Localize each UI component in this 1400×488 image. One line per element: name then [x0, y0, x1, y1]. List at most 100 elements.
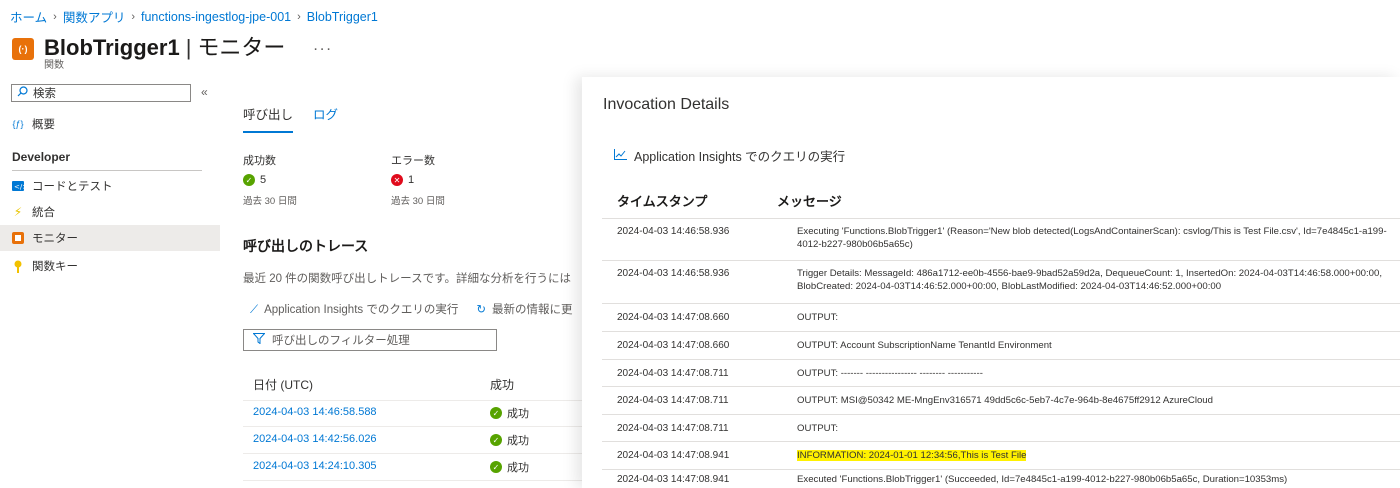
row-message-highlighted: INFORMATION: 2024-01-01 12:34:56,This is… [797, 449, 1400, 462]
svg-text:</>: </> [14, 183, 24, 191]
sidebar-item-label: 概要 [32, 119, 55, 131]
table-row: 2024-04-03 14:47:08.941 INFORMATION: 202… [602, 441, 1400, 469]
panel-run-query-label: Application Insights でのクエリの実行 [634, 150, 846, 164]
breadcrumb-function-apps[interactable]: 関数アプリ [63, 7, 126, 26]
section-description: 最近 20 件の関数呼び出しトレースです。詳細な分析を行うには [243, 273, 571, 285]
row-message: Trigger Details: MessageId: 486a1712-ee0… [797, 268, 1383, 292]
divider [243, 400, 583, 401]
column-header-date[interactable]: 日付 (UTC) [253, 376, 313, 393]
column-header-success[interactable]: 成功 [490, 376, 514, 393]
refresh-label: 最新の情報に更 [491, 304, 573, 316]
chart-line-icon: ⟋ [250, 304, 259, 316]
row-timestamp: 2024-04-03 14:47:08.941 [617, 450, 730, 461]
chevron-right-icon: › [297, 10, 301, 23]
status-badge: ✓ 成功 [490, 405, 529, 421]
filter-icon [252, 333, 266, 347]
lightning-icon: ⚡ [13, 205, 23, 219]
page-title-name: BlobTrigger1 [44, 35, 180, 60]
sidebar-search-input[interactable]: 検索 [11, 84, 191, 102]
breadcrumb-app[interactable]: functions-ingestlog-jpe-001 [141, 10, 291, 24]
breadcrumb-home[interactable]: ホーム [10, 7, 47, 26]
row-timestamp: 2024-04-03 14:47:08.711 [617, 395, 729, 406]
section-title: 呼び出しのトレース [243, 238, 369, 254]
invocation-filter-input[interactable]: 呼び出しのフィルター処理 [243, 329, 497, 351]
panel-run-query-link[interactable]: Application Insights でのクエリの実行 [614, 146, 845, 165]
sidebar-item-overview[interactable]: {ƒ} 概要 [0, 111, 220, 137]
row-message: OUTPUT: Account SubscriptionName TenantI… [797, 340, 1052, 351]
breadcrumb-function[interactable]: BlobTrigger1 [307, 10, 378, 24]
toolbar: ⟋ Application Insights でのクエリの実行 ↻ 最新の情報に更 [250, 301, 585, 317]
row-timestamp: 2024-04-03 14:46:58.936 [617, 268, 730, 279]
table-row: 2024-04-03 14:46:58.936 Trigger Details:… [602, 260, 1400, 303]
sidebar-item-monitor[interactable]: モニター [0, 225, 220, 251]
function-app-icon: (·) [12, 38, 34, 60]
status-text: 成功 [507, 408, 529, 420]
divider [243, 480, 583, 481]
sidebar-item-label: コードとテスト [32, 181, 113, 193]
divider [12, 170, 202, 171]
run-query-button[interactable]: ⟋ Application Insights でのクエリの実行 [250, 301, 458, 317]
page-title: BlobTrigger1 | モニター [44, 30, 285, 62]
success-count: ✓ 5 [243, 174, 266, 186]
panel-title: Invocation Details [603, 96, 730, 113]
sidebar-item-label: モニター [32, 233, 78, 245]
success-period: 過去 30 日間 [243, 196, 297, 207]
sidebar-item-integration[interactable]: ⚡ 統合 [0, 199, 220, 225]
highlighted-text: INFORMATION: 2024-01-01 12:34:56,This is… [797, 450, 1027, 461]
row-message: OUTPUT: [797, 423, 839, 434]
invocation-date-link[interactable]: 2024-04-03 14:24:10.305 [253, 460, 377, 472]
status-badge: ✓ 成功 [490, 459, 529, 475]
filter-placeholder: 呼び出しのフィルター処理 [272, 335, 410, 347]
table-row: 2024-04-03 14:47:08.711 OUTPUT: [602, 414, 1400, 441]
more-options-button[interactable]: ... [313, 37, 332, 55]
run-query-label: Application Insights でのクエリの実行 [264, 304, 459, 316]
row-message: Executing 'Functions.BlobTrigger1' (Reas… [797, 226, 1387, 250]
check-circle-icon: ✓ [490, 407, 502, 419]
table-row: 2024-04-03 14:47:08.941 Executed 'Functi… [602, 469, 1400, 488]
function-icon: {ƒ} [12, 119, 24, 129]
tab-logs[interactable]: ログ [313, 104, 338, 133]
sidebar-item-label: 関数キー [32, 261, 78, 273]
table-row: 2024-04-03 14:47:08.660 OUTPUT: [602, 303, 1400, 331]
row-message: OUTPUT: [797, 312, 839, 323]
row-message: OUTPUT: ------- ---------------- -------… [797, 368, 983, 379]
resource-type-label: 関数 [44, 60, 64, 71]
error-circle-icon: ✕ [391, 174, 403, 186]
divider [243, 426, 583, 427]
row-timestamp: 2024-04-03 14:46:58.936 [617, 226, 730, 237]
tab-invocations[interactable]: 呼び出し [243, 104, 294, 133]
sidebar-item-label: 統合 [32, 207, 55, 219]
table-row: 2024-04-03 14:47:08.711 OUTPUT: ------- … [602, 359, 1400, 386]
row-timestamp: 2024-04-03 14:47:08.711 [617, 368, 729, 379]
sidebar-section-header: Developer [12, 150, 71, 164]
row-timestamp: 2024-04-03 14:47:08.941 [617, 474, 730, 485]
success-count-value: 5 [260, 174, 267, 186]
status-badge: ✓ 成功 [490, 432, 529, 448]
refresh-icon: ↻ [476, 304, 486, 316]
divider [243, 453, 583, 454]
monitor-icon [12, 232, 24, 244]
refresh-button[interactable]: ↻ 最新の情報に更 [476, 301, 572, 317]
key-icon [12, 260, 24, 273]
table-row: 2024-04-03 14:47:08.660 OUTPUT: Account … [602, 331, 1400, 359]
check-circle-icon: ✓ [490, 434, 502, 446]
chart-line-icon [614, 148, 627, 163]
tab-bar: 呼び出し ログ [243, 104, 338, 133]
sidebar-item-function-keys[interactable]: 関数キー [0, 253, 220, 279]
column-header-message: メッセージ [777, 194, 842, 209]
sidebar-item-code-test[interactable]: </> コードとテスト [0, 173, 220, 199]
row-message: OUTPUT: MSI@50342 ME-MngEnv316571 49dd5c… [797, 395, 1213, 406]
row-message: Executed 'Functions.BlobTrigger1' (Succe… [797, 474, 1288, 485]
page-title-section: モニター [197, 35, 286, 60]
collapse-sidebar-icon[interactable]: « [201, 85, 208, 99]
check-circle-icon: ✓ [490, 461, 502, 473]
row-timestamp: 2024-04-03 14:47:08.660 [617, 340, 730, 351]
invocation-date-link[interactable]: 2024-04-03 14:46:58.588 [253, 406, 377, 418]
invocation-date-link[interactable]: 2024-04-03 14:42:56.026 [253, 433, 377, 445]
table-row: 2024-04-03 14:47:08.711 OUTPUT: MSI@5034… [602, 386, 1400, 414]
status-text: 成功 [507, 462, 529, 474]
row-timestamp: 2024-04-03 14:47:08.660 [617, 312, 730, 323]
table-row: 2024-04-03 14:46:58.936 Executing 'Funct… [602, 218, 1400, 260]
chevron-right-icon: › [131, 10, 135, 23]
breadcrumb: ホーム › 関数アプリ › functions-ingestlog-jpe-00… [10, 7, 378, 26]
